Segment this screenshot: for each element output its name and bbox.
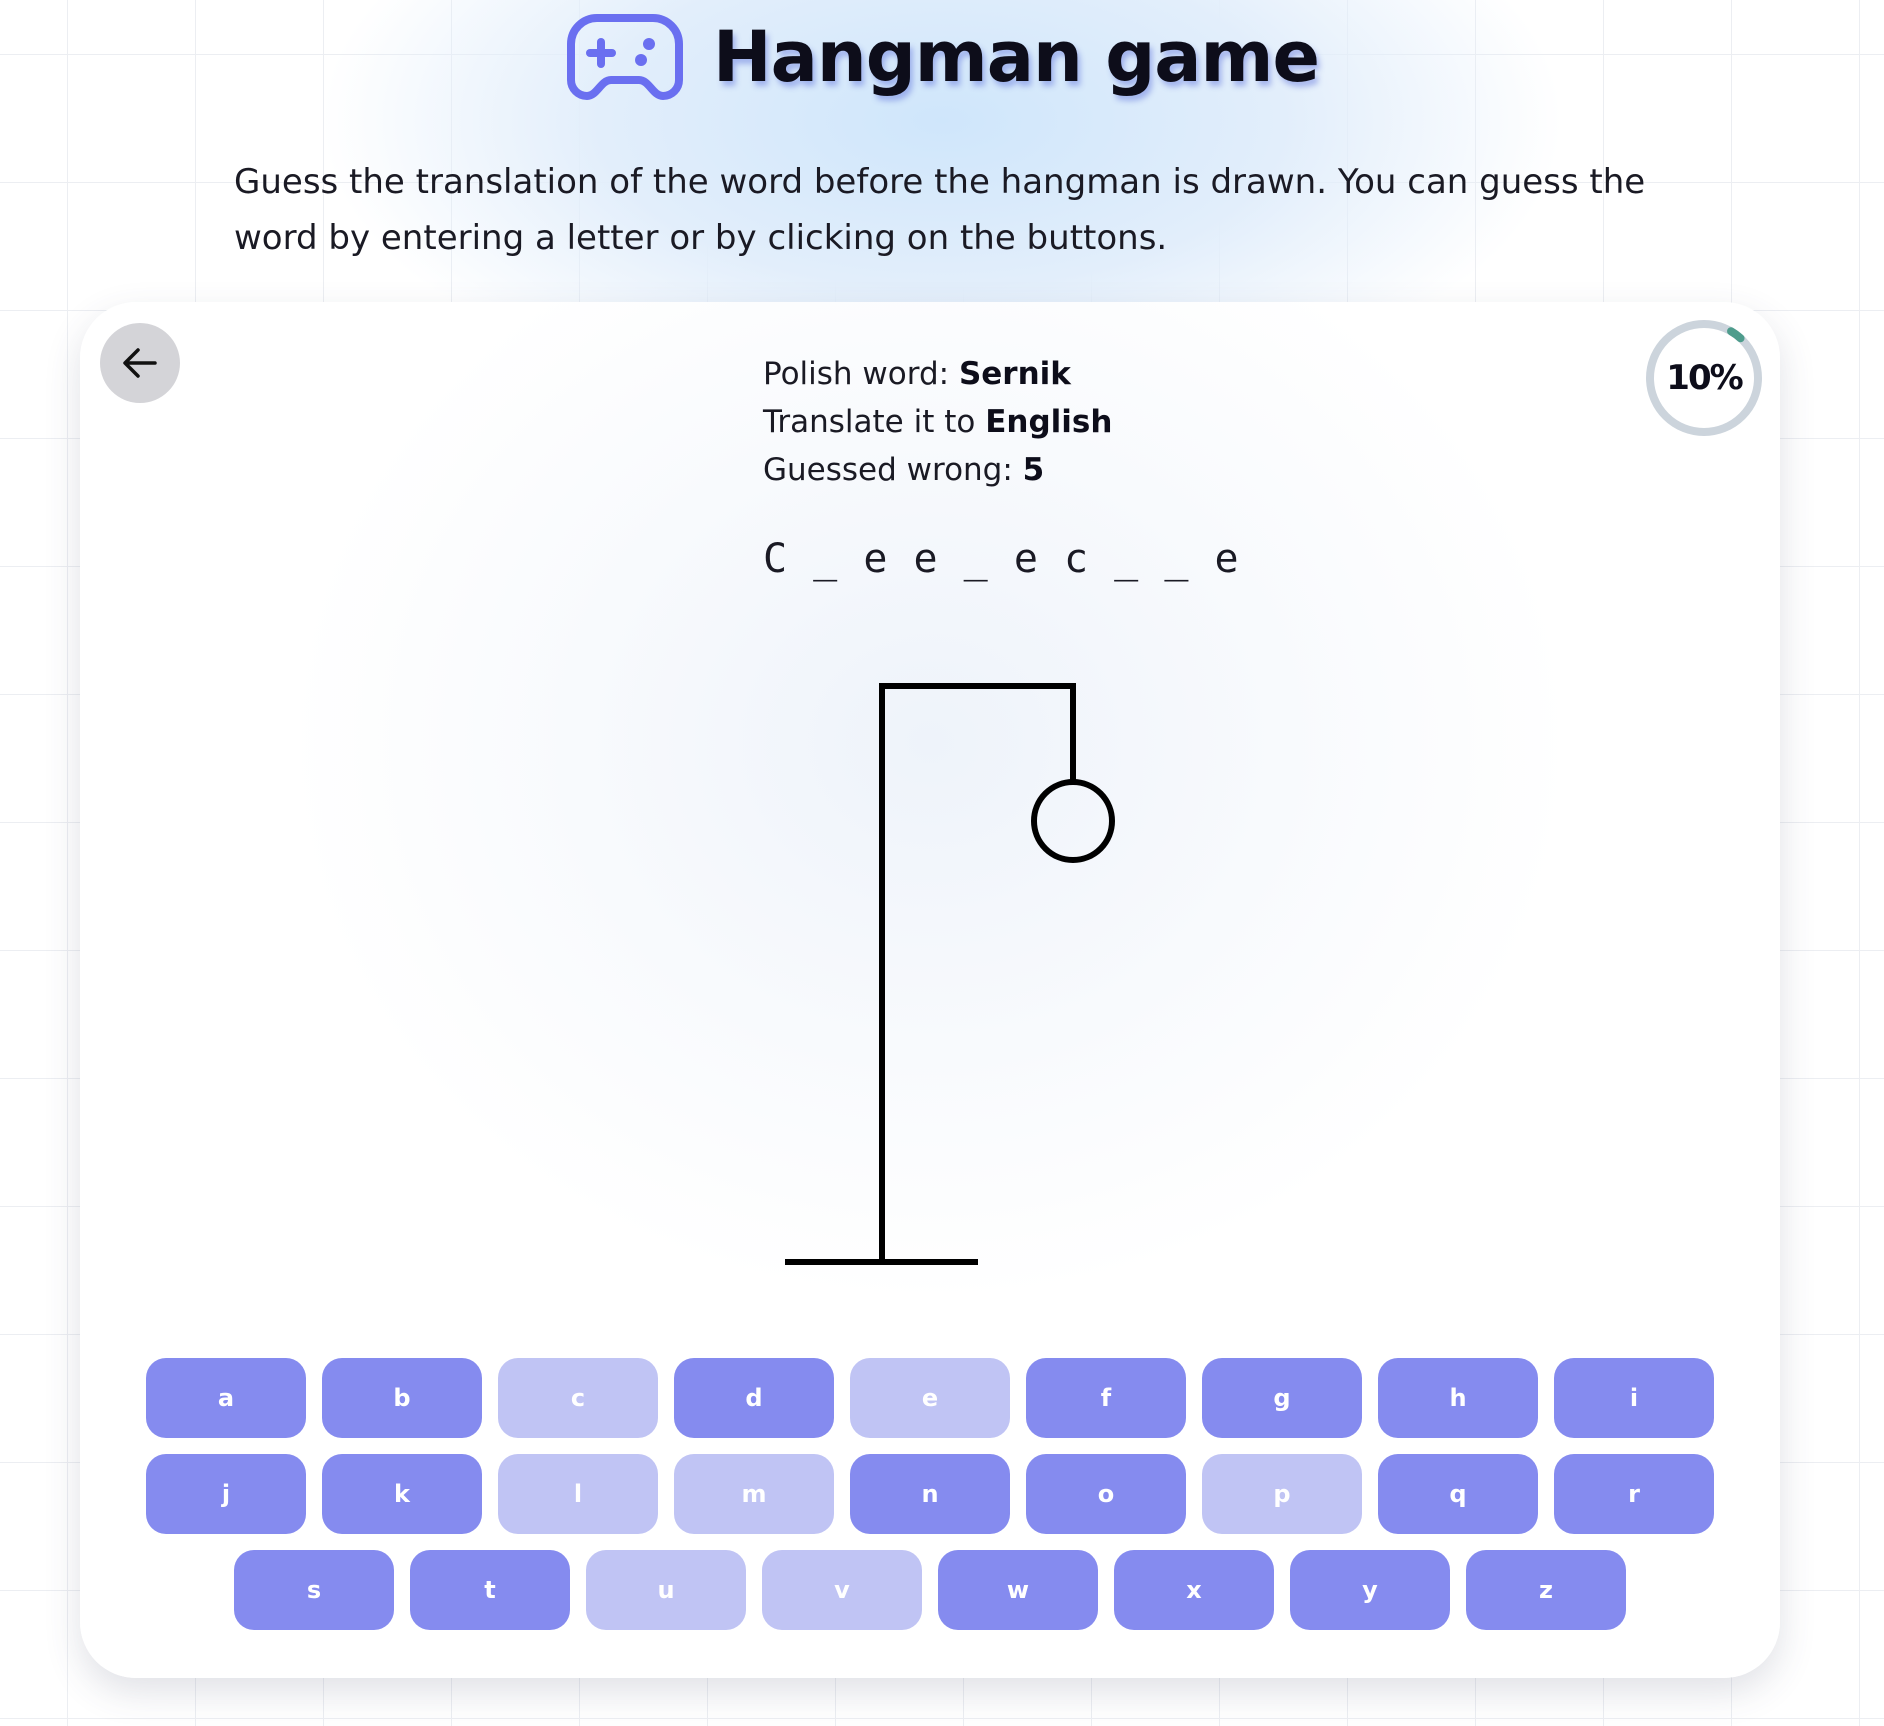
game-description: Guess the translation of the word before… xyxy=(234,162,1646,258)
letter-key-u[interactable]: u xyxy=(586,1550,746,1630)
letter-key-f[interactable]: f xyxy=(1026,1358,1186,1438)
letter-key-o[interactable]: o xyxy=(1026,1454,1186,1534)
keyboard-row: stuvwxyz xyxy=(146,1550,1714,1630)
target-language-line: Translate it to English xyxy=(763,398,1112,446)
letter-key-w[interactable]: w xyxy=(938,1550,1098,1630)
wrong-count: 5 xyxy=(1022,452,1045,488)
letter-key-g[interactable]: g xyxy=(1202,1358,1362,1438)
letter-key-s[interactable]: s xyxy=(234,1550,394,1630)
letter-key-r[interactable]: r xyxy=(1554,1454,1714,1534)
polish-word: Sernik xyxy=(958,356,1071,392)
letter-key-d[interactable]: d xyxy=(674,1358,834,1438)
letter-key-l[interactable]: l xyxy=(498,1454,658,1534)
letter-key-n[interactable]: n xyxy=(850,1454,1010,1534)
letter-key-c[interactable]: c xyxy=(498,1358,658,1438)
letter-key-z[interactable]: z xyxy=(1466,1550,1626,1630)
letter-key-y[interactable]: y xyxy=(1290,1550,1450,1630)
game-info: Polish word: Sernik Translate it to Engl… xyxy=(763,350,1112,494)
letter-key-k[interactable]: k xyxy=(322,1454,482,1534)
letter-key-x[interactable]: x xyxy=(1114,1550,1274,1630)
hangman-head xyxy=(1031,779,1115,863)
polish-word-line: Polish word: Sernik xyxy=(763,350,1112,398)
wrong-guesses-line: Guessed wrong: 5 xyxy=(763,446,1112,494)
letter-keyboard: abcdefghi jklmnopqr stuvwxyz xyxy=(146,1358,1714,1646)
gamepad-icon xyxy=(567,14,684,100)
letter-key-t[interactable]: t xyxy=(410,1550,570,1630)
target-language: English xyxy=(985,404,1113,440)
page-title: Hangman game xyxy=(713,16,1320,98)
masked-word: C _ e e _ e c _ _ e xyxy=(763,536,1240,582)
letter-key-h[interactable]: h xyxy=(1378,1358,1538,1438)
translate-label: Translate it to xyxy=(763,404,986,440)
hangman-drawing xyxy=(785,683,1115,1265)
keyboard-row: jklmnopqr xyxy=(146,1454,1714,1534)
letter-key-q[interactable]: q xyxy=(1378,1454,1538,1534)
letter-key-p[interactable]: p xyxy=(1202,1454,1362,1534)
wrong-label: Guessed wrong: xyxy=(763,452,1023,488)
letter-key-e[interactable]: e xyxy=(850,1358,1010,1438)
letter-key-i[interactable]: i xyxy=(1554,1358,1714,1438)
progress-label: 10% xyxy=(1666,358,1743,398)
letter-key-b[interactable]: b xyxy=(322,1358,482,1438)
polish-word-label: Polish word: xyxy=(763,356,959,392)
letter-key-m[interactable]: m xyxy=(674,1454,834,1534)
keyboard-row: abcdefghi xyxy=(146,1358,1714,1438)
arrow-left-icon xyxy=(123,348,157,378)
letter-key-a[interactable]: a xyxy=(146,1358,306,1438)
letter-key-j[interactable]: j xyxy=(146,1454,306,1534)
back-button[interactable] xyxy=(100,323,180,403)
letter-key-v[interactable]: v xyxy=(762,1550,922,1630)
header: Hangman game xyxy=(0,6,1884,108)
